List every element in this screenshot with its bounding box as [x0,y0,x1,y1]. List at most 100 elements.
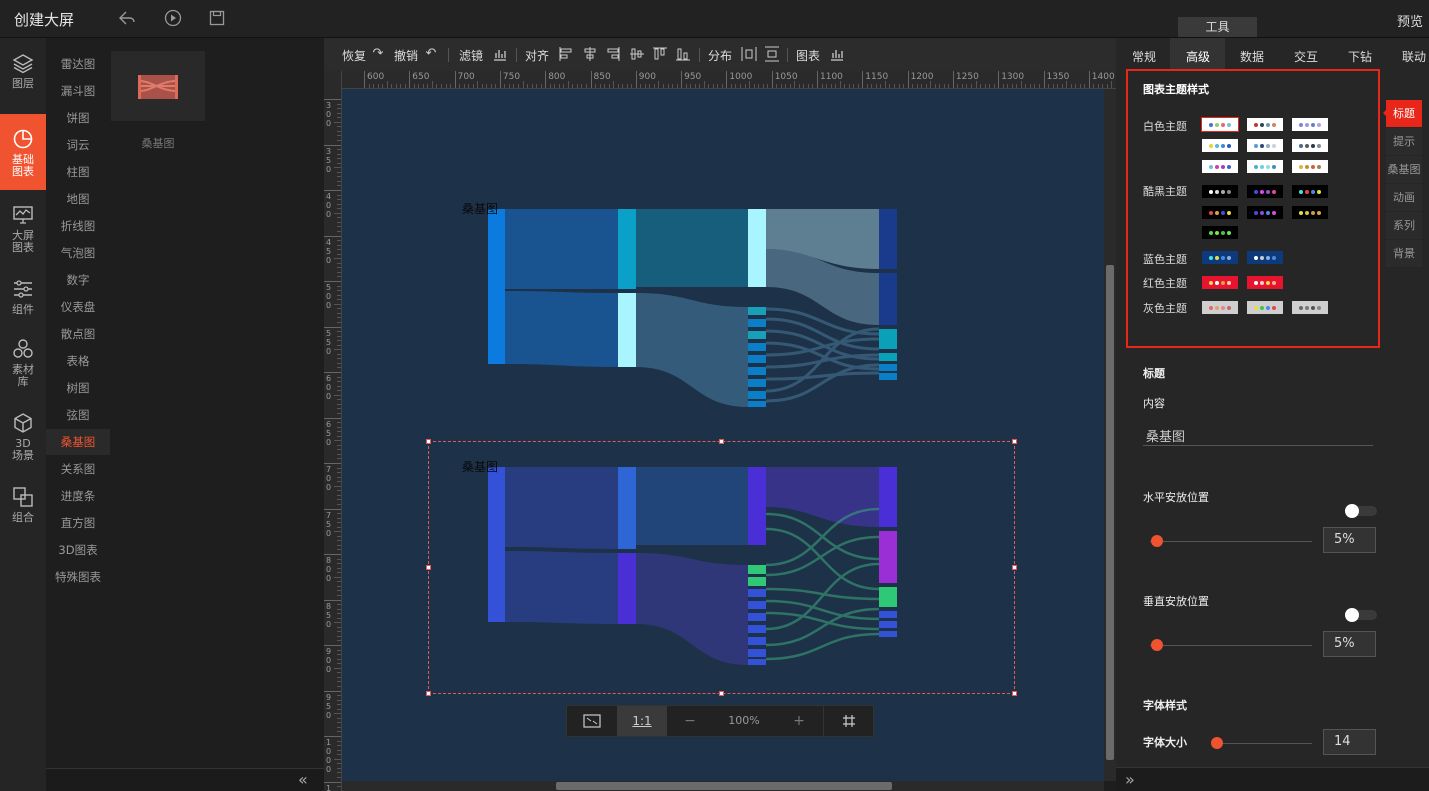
resize-handle[interactable] [1012,691,1017,696]
grid-icon[interactable] [823,706,873,736]
resize-handle[interactable] [426,691,431,696]
chart-button[interactable]: 图表 [796,47,820,64]
side-tab-tooltip[interactable]: 提示 [1386,128,1422,155]
sankey-thumbnail[interactable] [111,51,205,121]
category-bubble[interactable]: 气泡图 [46,240,110,266]
h-position-slider-track[interactable] [1150,541,1312,542]
nav-components[interactable]: 组件 [0,278,46,322]
play-icon[interactable] [164,9,182,27]
side-tab-background[interactable]: 背景 [1386,240,1422,267]
fit-screen-icon[interactable] [567,706,617,736]
save-icon[interactable] [208,9,226,27]
tab-data[interactable]: 数据 [1240,48,1264,65]
category-histogram[interactable]: 直方图 [46,510,110,536]
font-size-slider-knob[interactable] [1211,737,1223,749]
filter-button[interactable]: 滤镜 [459,47,483,64]
nav-layers[interactable]: 图层 [0,52,46,104]
tab-drilldown[interactable]: 下钻 [1348,48,1372,65]
resize-handle[interactable] [719,691,724,696]
distribute-button[interactable]: 分布 [708,47,732,64]
category-table[interactable]: 表格 [46,348,110,374]
nav-screen-charts[interactable]: 大屏图表 [0,204,46,256]
align-right-icon[interactable] [605,46,621,62]
category-number[interactable]: 数字 [46,267,110,293]
horizontal-scroll-thumb[interactable] [556,782,892,790]
resize-handle[interactable] [426,439,431,444]
align-top-icon[interactable] [652,46,668,62]
h-position-slider-knob[interactable] [1151,535,1163,547]
side-tab-sankey[interactable]: 桑基图 [1386,156,1422,183]
category-3d[interactable]: 3D图表 [46,537,110,563]
side-tab-title[interactable]: 标题 [1386,100,1422,127]
category-sankey[interactable]: 桑基图 [46,429,110,455]
nav-combine[interactable]: 组合 [0,486,46,530]
theme-swatch[interactable] [1201,117,1239,132]
h-position-toggle[interactable] [1345,504,1377,518]
chart-icon[interactable] [829,46,845,62]
theme-swatch[interactable] [1247,206,1283,219]
nav-basic-charts[interactable]: 基础图表 [0,114,46,190]
tools-tab[interactable]: 工具 [1178,17,1257,37]
category-tree[interactable]: 树图 [46,375,110,401]
category-wordcloud[interactable]: 词云 [46,132,110,158]
theme-swatch[interactable] [1247,276,1283,289]
resize-handle[interactable] [719,439,724,444]
theme-swatch[interactable] [1292,185,1328,198]
v-position-value[interactable]: 5% [1323,631,1376,657]
v-position-slider-track[interactable] [1150,645,1312,646]
v-position-toggle[interactable] [1345,608,1377,622]
nav-materials[interactable]: 素材库 [0,338,46,394]
theme-swatch[interactable] [1292,301,1328,314]
title-content-input[interactable]: 桑基图 [1143,426,1373,446]
theme-swatch[interactable] [1202,139,1238,152]
redo-icon[interactable]: ↷ [370,46,386,62]
resize-handle[interactable] [1012,439,1017,444]
nav-3d-scene[interactable]: 3D场景 [0,412,46,468]
resize-handle[interactable] [1012,565,1017,570]
back-icon[interactable] [118,9,136,27]
theme-swatch[interactable] [1292,118,1328,131]
theme-swatch[interactable] [1247,251,1283,264]
theme-swatch[interactable] [1202,301,1238,314]
theme-swatch[interactable] [1247,139,1283,152]
align-center-v-icon[interactable] [629,46,645,62]
tab-linkage[interactable]: 联动 [1402,48,1426,65]
theme-swatch[interactable] [1202,206,1238,219]
collapse-right-icon[interactable]: » [1125,770,1135,789]
undo-icon[interactable]: ↶ [423,46,439,62]
zoom-1-1-button[interactable]: 1:1 [617,706,667,736]
theme-swatch[interactable] [1247,301,1283,314]
category-scatter[interactable]: 散点图 [46,321,110,347]
align-left-icon[interactable] [558,46,574,62]
theme-swatch[interactable] [1202,251,1238,264]
theme-swatch[interactable] [1247,160,1283,173]
theme-swatch[interactable] [1202,276,1238,289]
theme-swatch[interactable] [1292,139,1328,152]
category-line[interactable]: 折线图 [46,213,110,239]
zoom-out-button[interactable]: − [667,706,713,736]
preview-button[interactable]: 预览 [1397,11,1423,30]
theme-swatch[interactable] [1202,185,1238,198]
resize-handle[interactable] [426,565,431,570]
category-funnel[interactable]: 漏斗图 [46,78,110,104]
undo-button[interactable]: 撤销 [394,47,418,64]
category-graph[interactable]: 关系图 [46,456,110,482]
side-tab-animation[interactable]: 动画 [1386,184,1422,211]
font-size-slider-track[interactable] [1212,743,1312,744]
redo-button[interactable]: 恢复 [342,47,366,64]
category-bar[interactable]: 柱图 [46,159,110,185]
category-progress[interactable]: 进度条 [46,483,110,509]
side-tab-series[interactable]: 系列 [1386,212,1422,239]
filter-chart-icon[interactable] [492,46,508,62]
theme-swatch[interactable] [1247,185,1283,198]
distribute-v-icon[interactable] [764,46,780,62]
category-gauge[interactable]: 仪表盘 [46,294,110,320]
tab-general[interactable]: 常规 [1132,48,1156,65]
category-map[interactable]: 地图 [46,186,110,212]
align-button[interactable]: 对齐 [525,47,549,64]
align-center-h-icon[interactable] [582,46,598,62]
theme-swatch[interactable] [1292,160,1328,173]
v-position-slider-knob[interactable] [1151,639,1163,651]
tab-advanced[interactable]: 高级 [1186,48,1210,65]
theme-swatch[interactable] [1247,118,1283,131]
